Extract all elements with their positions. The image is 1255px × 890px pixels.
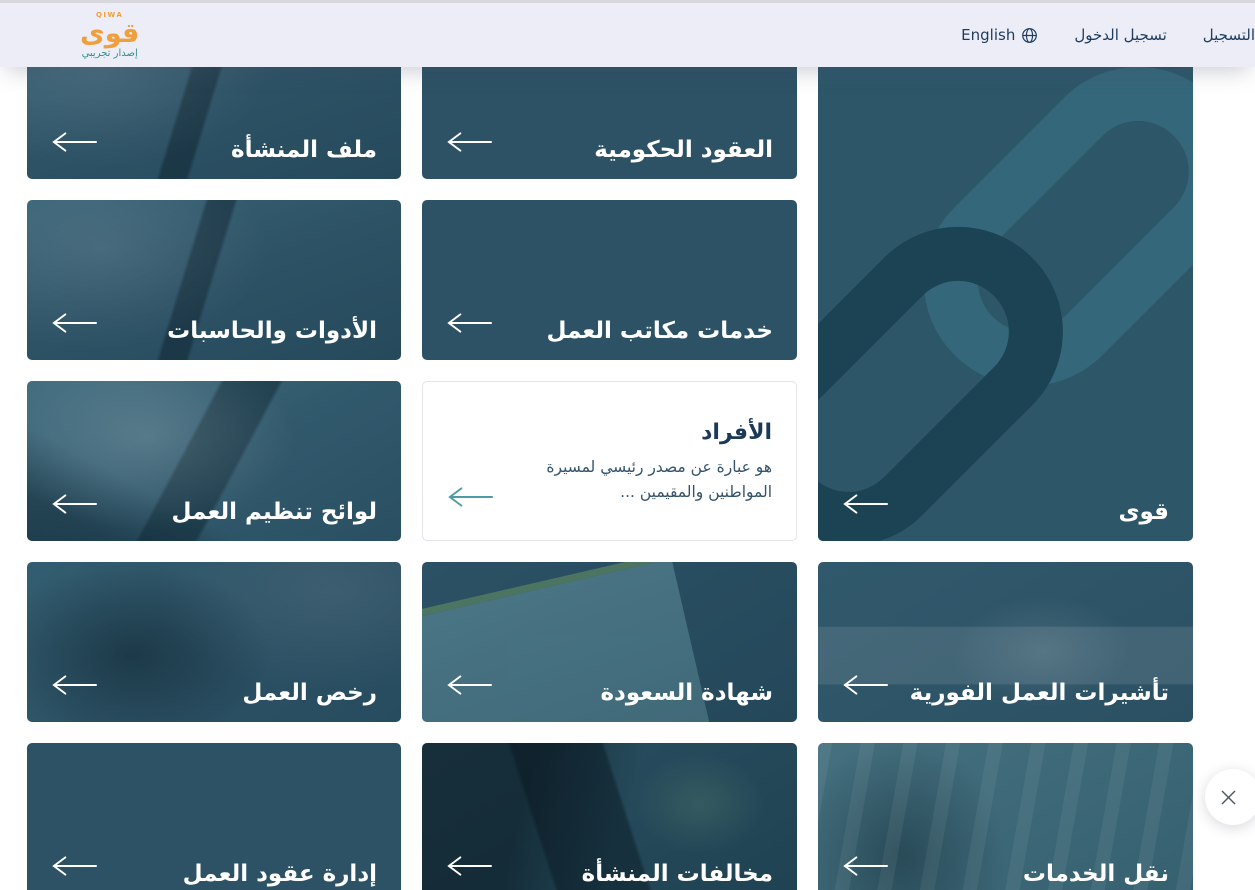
card-tools-calculators[interactable]: الأدوات والحاسبات [27,200,401,360]
left-arrow-icon [446,855,492,881]
card-title: قوى [1118,499,1169,525]
card-employment-contracts-management[interactable]: إدارة عقود العمل [27,743,401,890]
site-header: English تسجيل الدخول التسجيل QIWA قوى إص… [0,3,1255,67]
qiwa-chain-logo-watermark [818,19,1193,541]
card-establishment-violations[interactable]: مخالفات المنشأة [422,743,797,890]
card-title: إدارة عقود العمل [183,861,377,887]
card-saudization-certificate[interactable]: شهادة السعودة [422,562,797,722]
card-title: الأفراد [423,382,796,445]
globe-icon [1021,27,1038,44]
card-title: العقود الحكومية [594,137,773,163]
card-work-regulations[interactable]: لوائح تنظيم العمل [27,381,401,541]
qiwa-logo-mark: قوى [80,20,139,47]
card-title: لوائح تنظيم العمل [172,499,377,525]
card-title: الأدوات والحاسبات [167,318,377,344]
register-link[interactable]: التسجيل [1203,26,1255,44]
card-title: تأشيرات العمل الفورية [910,680,1169,706]
register-link-label: التسجيل [1203,26,1255,44]
card-labor-offices-services[interactable]: خدمات مكاتب العمل [422,200,797,360]
left-arrow-icon [51,855,97,881]
services-grid: قوى العقود الحكومية ملف المنشأة خدمات مك… [0,19,1255,890]
language-switch[interactable]: English [961,26,1038,44]
card-description: هو عبارة عن مصدر رئيسي لمسيرة المواطنين … [466,445,796,505]
header-nav: English تسجيل الدخول التسجيل [920,26,1255,44]
left-arrow-icon [446,131,492,157]
left-arrow-icon [842,855,888,881]
login-link-label: تسجيل الدخول [1074,26,1166,44]
close-widget-button[interactable] [1205,769,1255,825]
card-services-transfer[interactable]: نقل الخدمات [818,743,1193,890]
card-individuals[interactable]: الأفراد هو عبارة عن مصدر رئيسي لمسيرة ال… [422,381,797,541]
left-arrow-icon [51,674,97,700]
services-grid-section: قوى العقود الحكومية ملف المنشأة خدمات مك… [0,19,1255,890]
card-title: شهادة السعودة [600,680,773,706]
left-arrow-icon [51,312,97,338]
close-icon [1221,790,1236,805]
qiwa-logo[interactable]: QIWA قوى إصدار تجريبي [80,12,139,59]
card-title: خدمات مكاتب العمل [546,318,773,344]
left-arrow-icon [51,131,97,157]
card-title: ملف المنشأة [231,137,377,163]
window-top-divider [0,0,1255,3]
left-arrow-icon [446,674,492,700]
left-arrow-icon [842,493,888,519]
card-work-permits[interactable]: رخص العمل [27,562,401,722]
left-arrow-icon [51,493,97,519]
left-arrow-icon [446,312,492,338]
card-title: رخص العمل [242,680,377,706]
card-title: نقل الخدمات [1023,861,1169,887]
language-switch-label: English [961,26,1015,44]
card-title: مخالفات المنشأة [582,861,773,887]
card-instant-work-visas[interactable]: تأشيرات العمل الفورية [818,562,1193,722]
login-link[interactable]: تسجيل الدخول [1074,26,1166,44]
qiwa-logo-subtitle: إصدار تجريبي [82,49,138,59]
left-arrow-icon [447,486,493,512]
left-arrow-icon [842,674,888,700]
card-qiwa[interactable]: قوى [818,19,1193,541]
